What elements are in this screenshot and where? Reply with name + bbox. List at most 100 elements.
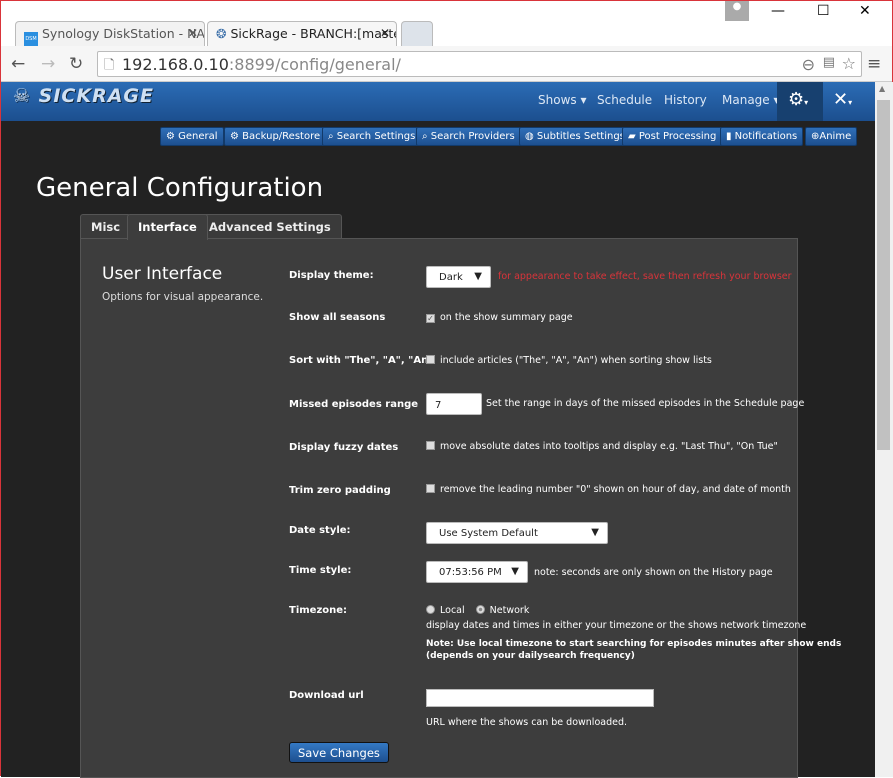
- radio-label: Local: [440, 605, 465, 616]
- all-seasons-checkbox[interactable]: ✓: [426, 314, 435, 323]
- sickrage-icon: ❂: [216, 26, 227, 41]
- nav-history[interactable]: History: [664, 93, 707, 107]
- dsm-icon: DSM: [24, 32, 38, 46]
- maximize-button[interactable]: ☐: [817, 3, 830, 19]
- subnav-search-settings[interactable]: ⌕ Search Settings: [322, 127, 422, 146]
- close-tab-icon[interactable]: ✕: [380, 26, 390, 40]
- date-style-label: Date style:: [289, 525, 351, 536]
- sort-articles-option[interactable]: include articles ("The", "A", "An") when…: [426, 355, 712, 366]
- timezone-options: Local Network: [426, 605, 529, 616]
- tab-advanced-settings[interactable]: Advanced Settings: [198, 214, 342, 239]
- new-tab-button[interactable]: [401, 21, 433, 46]
- timezone-label: Timezone:: [289, 605, 348, 616]
- browser-tab-synology[interactable]: DSM Synology DiskStation - NA ✕: [15, 21, 205, 46]
- page-scrollbar[interactable]: ▲: [875, 82, 893, 777]
- tools-icon[interactable]: ✕▾: [833, 89, 852, 110]
- fuzzy-dates-desc: move absolute dates into tooltips and di…: [440, 441, 778, 452]
- sort-articles-label: Sort with "The", "A", "An": [289, 355, 434, 366]
- url-port: :8899: [228, 55, 275, 74]
- interface-panel: User Interface Options for visual appear…: [80, 238, 841, 778]
- all-seasons-label: Show all seasons: [289, 312, 386, 323]
- bookmark-star-icon[interactable]: ☆: [842, 54, 856, 73]
- scrollbar-thumb[interactable]: [877, 100, 890, 450]
- missed-range-input[interactable]: 7: [426, 393, 482, 415]
- tab-misc[interactable]: Misc: [80, 214, 132, 239]
- section-title: User Interface: [102, 264, 223, 284]
- zoom-icon[interactable]: ⊖: [802, 55, 815, 74]
- close-window-button[interactable]: ✕: [859, 3, 871, 19]
- subnav-anime[interactable]: ⊕Anime: [805, 127, 858, 146]
- time-style-value: 07:53:56 PM: [439, 567, 502, 578]
- config-gear-icon[interactable]: ⚙▾: [777, 82, 823, 121]
- theme-value: Dark: [439, 272, 463, 283]
- time-style-note: note: seconds are only shown on the Hist…: [534, 567, 773, 578]
- subnav-notifications[interactable]: ▮ Notifications: [720, 127, 804, 146]
- page-body: ⚙ General ⚙ Backup/Restore ⌕ Search Sett…: [1, 121, 875, 778]
- app-navbar: ☠ SICKRAGE Shows ▾ Schedule History Mana…: [1, 82, 875, 121]
- missed-range-label: Missed episodes range: [289, 399, 419, 410]
- sickrage-logo[interactable]: ☠ SICKRAGE: [13, 85, 154, 107]
- theme-label: Display theme:: [289, 270, 374, 281]
- url-host: 192.168.0.10: [122, 55, 229, 74]
- subnav-backup-restore[interactable]: ⚙ Backup/Restore: [224, 127, 327, 146]
- radio-label: Network: [489, 605, 530, 616]
- tab-title: Synology DiskStation - NA: [42, 26, 205, 41]
- trim-zero-option[interactable]: remove the leading number "0" shown on h…: [426, 484, 791, 495]
- sort-articles-desc: include articles ("The", "A", "An") when…: [440, 355, 712, 366]
- browser-tabstrip: DSM Synology DiskStation - NA ✕ ❂ SickRage …: [1, 1, 892, 46]
- time-style-select[interactable]: 07:53:56 PM ▼: [426, 561, 528, 583]
- minimize-button[interactable]: —: [771, 3, 785, 19]
- timezone-desc: display dates and times in either your t…: [426, 620, 807, 631]
- dropdown-arrow-icon: ▼: [474, 271, 482, 282]
- menu-icon[interactable]: ≡: [867, 54, 881, 74]
- theme-select[interactable]: Dark ▼: [426, 266, 491, 288]
- trim-zero-desc: remove the leading number "0" shown on h…: [440, 484, 791, 495]
- subnav-search-providers[interactable]: ⌕ Search Providers: [416, 127, 521, 146]
- sort-articles-checkbox[interactable]: [426, 355, 435, 364]
- address-toolbar: ← → ↻ 🗋 192.168.0.10:8899/config/general…: [1, 46, 892, 82]
- all-seasons-option[interactable]: ✓ on the show summary page: [426, 312, 573, 323]
- reload-icon[interactable]: ↻: [69, 54, 83, 74]
- nav-manage[interactable]: Manage ▾: [722, 93, 780, 107]
- tab-interface[interactable]: Interface: [127, 214, 208, 240]
- dropdown-arrow-icon: ▼: [511, 566, 519, 577]
- timezone-local-radio[interactable]: Local: [426, 605, 465, 616]
- subnav-subtitles-settings[interactable]: ◍ Subtitles Settings: [519, 127, 631, 146]
- fuzzy-dates-checkbox[interactable]: [426, 441, 435, 450]
- download-url-desc: URL where the shows can be downloaded.: [426, 717, 628, 728]
- translate-icon[interactable]: ▤: [823, 55, 835, 70]
- save-changes-button[interactable]: Save Changes: [289, 742, 389, 763]
- download-url-input[interactable]: [426, 689, 654, 707]
- scroll-up-icon[interactable]: ▲: [879, 84, 885, 93]
- page-icon: 🗋: [104, 58, 115, 73]
- all-seasons-desc: on the show summary page: [440, 312, 573, 323]
- section-desc: Options for visual appearance.: [102, 291, 264, 303]
- dropdown-arrow-icon: ▼: [591, 527, 599, 538]
- close-tab-icon[interactable]: ✕: [188, 26, 198, 40]
- browser-tab-sickrage[interactable]: ❂ SickRage - BRANCH:[maste ✕: [207, 21, 397, 46]
- subnav-general[interactable]: ⚙ General: [160, 127, 224, 146]
- trim-zero-checkbox[interactable]: [426, 484, 435, 493]
- theme-note: for appearance to take effect, save then…: [498, 271, 792, 282]
- subnav-post-processing[interactable]: ▰ Post Processing: [622, 127, 723, 146]
- forward-icon[interactable]: →: [41, 54, 55, 74]
- date-style-value: Use System Default: [439, 528, 538, 539]
- trim-zero-label: Trim zero padding: [289, 485, 391, 496]
- fuzzy-dates-option[interactable]: move absolute dates into tooltips and di…: [426, 441, 778, 452]
- profile-icon[interactable]: ●: [725, 1, 749, 21]
- date-style-select[interactable]: Use System Default ▼: [426, 522, 608, 544]
- timezone-note-2: (depends on your dailysearch frequency): [426, 651, 635, 661]
- time-style-label: Time style:: [289, 565, 352, 576]
- nav-schedule[interactable]: Schedule: [597, 93, 652, 107]
- timezone-note: Note: Use local timezone to start search…: [426, 639, 842, 649]
- url-input[interactable]: 🗋 192.168.0.10:8899/config/general/ ⊖ ▤ …: [97, 51, 862, 77]
- nav-shows[interactable]: Shows ▾: [538, 93, 586, 107]
- missed-range-desc: Set the range in days of the missed epis…: [486, 398, 805, 409]
- timezone-network-radio[interactable]: Network: [475, 605, 530, 616]
- back-icon[interactable]: ←: [11, 54, 25, 74]
- download-url-label: Download url: [289, 690, 364, 701]
- page-title: General Configuration: [36, 173, 324, 203]
- url-path: /config/general/: [274, 55, 401, 74]
- fuzzy-dates-label: Display fuzzy dates: [289, 442, 399, 453]
- tab-title: SickRage - BRANCH:[maste: [230, 26, 397, 41]
